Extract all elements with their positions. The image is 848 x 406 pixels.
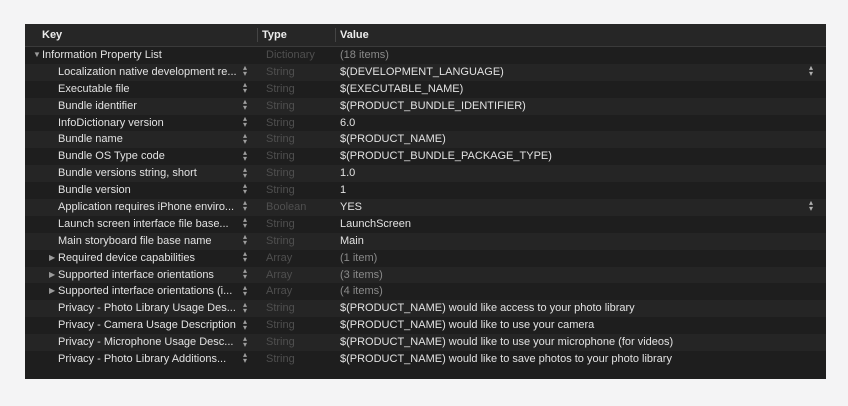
row-type[interactable]: String: [266, 165, 295, 182]
row-type: Dictionary: [266, 49, 315, 61]
plist-row[interactable]: Application requires iPhone enviro... ▴▾ B…: [25, 199, 826, 216]
row-value[interactable]: 6.0: [340, 115, 355, 132]
value-column-header[interactable]: Value: [340, 24, 369, 46]
row-value: (18 items): [340, 49, 389, 61]
row-key[interactable]: Privacy - Microphone Usage Desc...: [58, 334, 240, 351]
plist-row[interactable]: Executable file▴▾String$(EXECUTABLE_NAME…: [25, 81, 826, 98]
row-key: Information Property List: [42, 49, 162, 61]
row-value[interactable]: 1.0: [340, 165, 355, 182]
plist-row[interactable]: Privacy - Photo Library Additions...▴▾St…: [25, 351, 826, 368]
row-value[interactable]: $(PRODUCT_NAME) would like to use your c…: [340, 317, 594, 334]
row-key[interactable]: InfoDictionary version: [58, 115, 240, 132]
row-key[interactable]: Localization native development re...: [58, 64, 240, 81]
row-value[interactable]: (3 items): [340, 267, 383, 284]
plist-row[interactable]: Privacy - Microphone Usage Desc...▴▾Stri…: [25, 334, 826, 352]
plist-row[interactable]: Bundle name▴▾String$(PRODUCT_NAME): [25, 131, 826, 149]
row-type[interactable]: String: [266, 131, 295, 148]
plist-row[interactable]: ▶Supported interface orientations (i...▴…: [25, 283, 826, 300]
row-type[interactable]: String: [266, 300, 295, 317]
column-header: Key Type Value: [25, 24, 826, 47]
plist-editor: Key Type Value ▼ Information Property Li…: [25, 24, 826, 379]
row-key[interactable]: Privacy - Camera Usage Description: [58, 317, 240, 334]
row-type[interactable]: String: [266, 64, 295, 81]
plist-row[interactable]: InfoDictionary version▴▾String6.0: [25, 114, 826, 132]
row-type[interactable]: Array: [266, 283, 292, 300]
row-value[interactable]: $(PRODUCT_NAME) would like access to you…: [340, 300, 635, 317]
row-type[interactable]: String: [266, 317, 295, 334]
row-value[interactable]: YES: [340, 199, 362, 216]
row-key[interactable]: Launch screen interface file base...: [58, 216, 240, 233]
row-key[interactable]: Main storyboard file base name: [58, 233, 240, 250]
row-value[interactable]: 1: [340, 182, 346, 199]
value-popup-icon[interactable]: ▴ ▾: [809, 199, 813, 216]
plist-row[interactable]: Privacy - Photo Library Usage Des...▴▾St…: [25, 300, 826, 318]
row-key[interactable]: Privacy - Photo Library Usage Des...: [58, 300, 240, 317]
plist-row[interactable]: Privacy - Camera Usage Description▴▾Stri…: [25, 317, 826, 334]
row-value[interactable]: (1 item): [340, 250, 377, 267]
row-key[interactable]: Required device capabilities: [58, 250, 240, 267]
plist-row[interactable]: Bundle versions string, short▴▾String1.0: [25, 165, 826, 183]
disclosure-open-icon[interactable]: ▼: [33, 47, 41, 64]
disclosure-closed-icon[interactable]: ▶: [49, 267, 55, 284]
row-key[interactable]: Bundle version: [58, 182, 240, 199]
row-type[interactable]: String: [266, 81, 295, 98]
row-value[interactable]: $(PRODUCT_BUNDLE_PACKAGE_TYPE): [340, 148, 552, 165]
plist-row[interactable]: Localization native development re... ▴▾ S…: [25, 64, 826, 81]
plist-row[interactable]: Bundle OS Type code▴▾String$(PRODUCT_BUN…: [25, 148, 826, 165]
row-key[interactable]: Executable file: [58, 81, 240, 98]
value-popup-icon[interactable]: ▴ ▾: [809, 64, 813, 81]
row-key[interactable]: Bundle OS Type code: [58, 148, 240, 165]
row-value[interactable]: $(PRODUCT_NAME) would like to use your m…: [340, 334, 673, 351]
row-type[interactable]: String: [266, 148, 295, 165]
row-type[interactable]: String: [266, 334, 295, 351]
row-key[interactable]: Bundle identifier: [58, 98, 240, 115]
row-value[interactable]: $(PRODUCT_NAME): [340, 131, 446, 148]
row-type[interactable]: String: [266, 233, 295, 250]
row-key[interactable]: Bundle name: [58, 131, 240, 148]
row-key[interactable]: Privacy - Photo Library Additions...: [58, 351, 240, 368]
row-type[interactable]: String: [266, 115, 295, 132]
disclosure-closed-icon[interactable]: ▶: [49, 283, 55, 300]
plist-row[interactable]: Bundle identifier▴▾String$(PRODUCT_BUNDL…: [25, 98, 826, 115]
row-type[interactable]: Array: [266, 250, 292, 267]
row-key[interactable]: Application requires iPhone enviro...: [58, 199, 240, 216]
row-type[interactable]: String: [266, 351, 295, 368]
disclosure-closed-icon[interactable]: ▶: [49, 250, 55, 267]
row-value[interactable]: $(EXECUTABLE_NAME): [340, 81, 463, 98]
type-column-header[interactable]: Type: [262, 24, 287, 46]
row-type[interactable]: String: [266, 98, 295, 115]
row-value[interactable]: Main: [340, 233, 364, 250]
column-divider[interactable]: [257, 28, 258, 42]
plist-row[interactable]: Launch screen interface file base...▴▾St…: [25, 216, 826, 233]
row-key[interactable]: Bundle versions string, short: [58, 165, 240, 182]
plist-row[interactable]: Main storyboard file base name▴▾StringMa…: [25, 233, 826, 250]
row-type[interactable]: Array: [266, 267, 292, 284]
row-value[interactable]: $(PRODUCT_NAME) would like to save photo…: [340, 351, 672, 368]
plist-row[interactable]: ▶Supported interface orientations▴▾Array…: [25, 266, 826, 284]
row-value[interactable]: $(PRODUCT_BUNDLE_IDENTIFIER): [340, 98, 526, 115]
plist-row[interactable]: ▶Required device capabilities▴▾Array(1 i…: [25, 250, 826, 267]
row-type[interactable]: String: [266, 216, 295, 233]
key-column-header[interactable]: Key: [42, 24, 62, 46]
row-value[interactable]: (4 items): [340, 283, 383, 300]
root-row[interactable]: ▼ Information Property List Dictionary (…: [25, 47, 826, 64]
row-key[interactable]: Supported interface orientations (i...: [58, 283, 240, 300]
row-value[interactable]: LaunchScreen: [340, 216, 411, 233]
column-divider[interactable]: [335, 28, 336, 42]
row-type[interactable]: Boolean: [266, 199, 306, 216]
row-type[interactable]: String: [266, 182, 295, 199]
row-key[interactable]: Supported interface orientations: [58, 267, 240, 284]
row-value[interactable]: $(DEVELOPMENT_LANGUAGE): [340, 64, 504, 81]
plist-row[interactable]: Bundle version▴▾String1: [25, 182, 826, 199]
property-list: ▼ Information Property List Dictionary (…: [25, 47, 826, 368]
